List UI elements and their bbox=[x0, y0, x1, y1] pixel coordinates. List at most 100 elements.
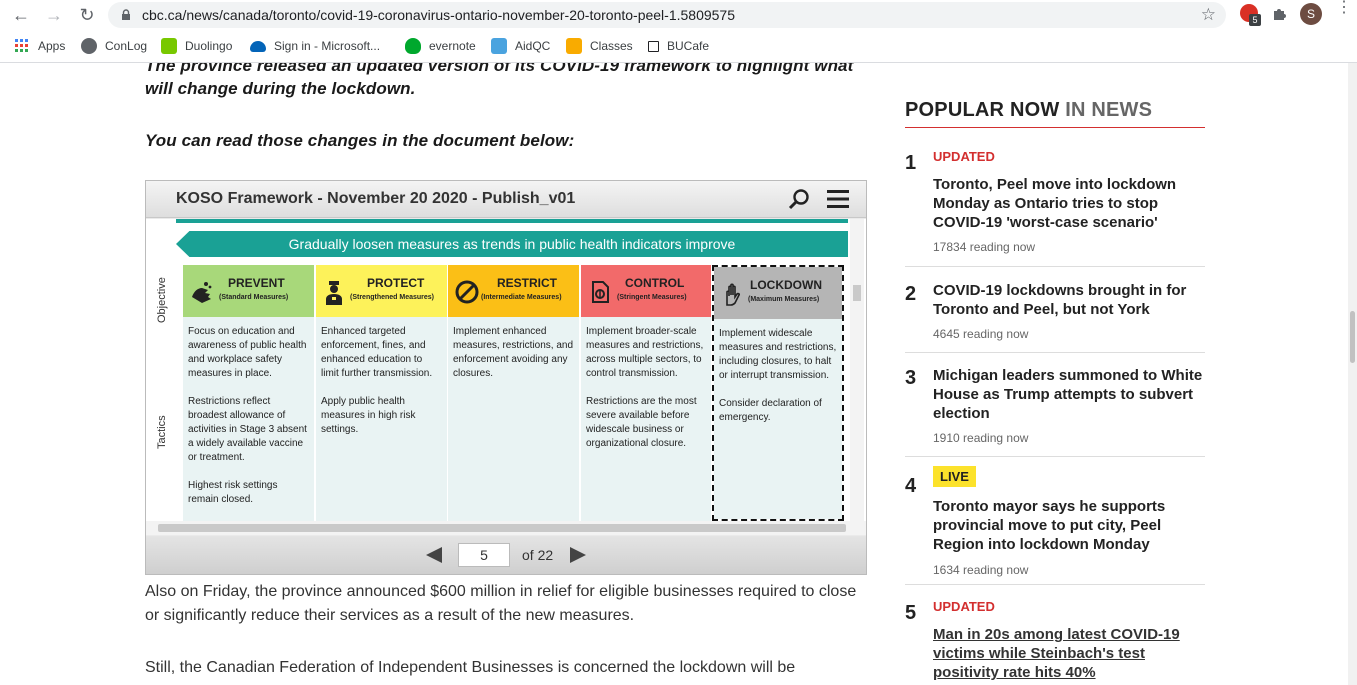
article-paragraph-cfib: Still, the Canadian Federation of Indepe… bbox=[145, 659, 796, 676]
popular-headline[interactable]: COVID-19 lockdowns brought in for Toront… bbox=[933, 281, 1203, 319]
stage-subtitle: (Stringent Measures) bbox=[617, 294, 687, 301]
reading-count: 4645 reading now bbox=[933, 327, 1029, 341]
page-content: The province released an updated version… bbox=[0, 63, 1357, 685]
popular-item-4[interactable]: 4 LIVE Toronto mayor says he supports pr… bbox=[905, 457, 1205, 585]
bookmark-conlog[interactable]: ConLog bbox=[81, 37, 147, 55]
stage-subtitle: (Intermediate Measures) bbox=[481, 294, 562, 301]
bookmark-microsoft[interactable]: Sign in - Microsoft... bbox=[250, 37, 380, 55]
stage-protect-tactics: Enhanced targeted enforcement, fines, an… bbox=[316, 317, 447, 521]
popular-item-3[interactable]: 3 Michigan leaders summoned to White Hou… bbox=[905, 353, 1205, 457]
onedrive-cloud-icon bbox=[250, 40, 266, 52]
square-icon bbox=[648, 40, 659, 52]
stage-lockdown-tactics: Implement widescale measures and restric… bbox=[714, 319, 842, 519]
viewer-title: KOSO Framework - November 20 2020 - Publ… bbox=[176, 190, 576, 207]
stage-prevent-tactics: Focus on education and awareness of publ… bbox=[183, 317, 314, 521]
browser-toolbar: ← → ↻ cbc.ca/news/canada/toronto/covid-1… bbox=[0, 0, 1357, 30]
page-scroll-thumb[interactable] bbox=[1350, 311, 1355, 363]
stage-restrict-header: RESTRICT (Intermediate Measures) bbox=[448, 265, 579, 317]
next-page-arrow-icon[interactable] bbox=[570, 547, 586, 563]
stage-subtitle: (Standard Measures) bbox=[219, 294, 289, 301]
duolingo-icon bbox=[161, 38, 177, 54]
stage-restrict-tactics: Implement enhanced measures, restriction… bbox=[448, 317, 579, 521]
document-hscroll-thumb[interactable] bbox=[158, 524, 846, 532]
bookmark-duolingo[interactable]: Duolingo bbox=[161, 37, 232, 55]
previous-page-arrow-icon[interactable] bbox=[426, 547, 442, 563]
updated-flag: UPDATED bbox=[933, 599, 995, 614]
extension-badge: 5 bbox=[1249, 14, 1261, 26]
classroom-icon bbox=[566, 38, 582, 54]
document-scroll-thumb[interactable] bbox=[853, 285, 861, 301]
stage-title: LOCKDOWN bbox=[750, 278, 822, 292]
bookmark-classes[interactable]: Classes bbox=[566, 37, 633, 55]
article-lead-line1: The province released an updated version… bbox=[145, 63, 854, 75]
document-vertical-scrollbar[interactable] bbox=[850, 219, 864, 521]
stage-lockdown-header: LOCKDOWN (Maximum Measures) bbox=[714, 267, 842, 319]
bookmark-aidqc[interactable]: AidQC bbox=[491, 37, 550, 55]
evernote-icon bbox=[405, 38, 421, 54]
profile-avatar[interactable]: S bbox=[1300, 3, 1322, 25]
popular-headline[interactable]: Toronto, Peel move into lockdown Monday … bbox=[933, 175, 1203, 232]
banner-edge bbox=[176, 219, 848, 223]
document-horizontal-scrollbar[interactable] bbox=[146, 521, 866, 535]
stage-title: CONTROL bbox=[625, 276, 685, 290]
document-viewer[interactable]: KOSO Framework - November 20 2020 - Publ… bbox=[145, 180, 867, 575]
apps-grid-icon bbox=[15, 39, 28, 52]
popular-headline[interactable]: Michigan leaders summoned to White House… bbox=[933, 366, 1203, 423]
bookmarks-bar: Apps ConLog Duolingo Sign in - Microsoft… bbox=[0, 33, 1357, 59]
bookmark-apps[interactable]: Apps bbox=[14, 37, 65, 55]
popular-title: POPULAR NOW IN NEWS bbox=[905, 99, 1153, 121]
popular-item-5[interactable]: 5 UPDATED Man in 20s among latest COVID-… bbox=[905, 585, 1205, 685]
bookmark-evernote[interactable]: evernote bbox=[405, 37, 476, 55]
popular-headline[interactable]: Man in 20s among latest COVID-19 victims… bbox=[933, 625, 1203, 682]
no-entry-icon bbox=[455, 280, 479, 304]
reading-count: 1910 reading now bbox=[933, 431, 1029, 445]
stage-control: CONTROL (Stringent Measures) Implement b… bbox=[581, 265, 711, 521]
article-lead-line2: will change during the lockdown. bbox=[145, 79, 416, 98]
stage-subtitle: (Strengthened Measures) bbox=[350, 294, 435, 301]
stage-control-header: CONTROL (Stringent Measures) bbox=[581, 265, 711, 317]
popular-item-2[interactable]: 2 COVID-19 lockdowns brought in for Toro… bbox=[905, 267, 1205, 353]
viewer-header: KOSO Framework - November 20 2020 - Publ… bbox=[146, 181, 866, 218]
bookmark-star-icon[interactable]: ☆ bbox=[1201, 5, 1216, 25]
stage-protect-header: PROTECT (Strengthened Measures) bbox=[316, 265, 447, 317]
washing-hands-icon bbox=[192, 282, 212, 303]
popular-now-sidebar: POPULAR NOW IN NEWS 1 UPDATED Toronto, P… bbox=[905, 99, 1205, 681]
more-menu-icon[interactable]: ⋮ bbox=[1336, 0, 1352, 16]
tactics-label: Tactics bbox=[156, 415, 168, 449]
stage-title: RESTRICT bbox=[497, 276, 557, 290]
bookmark-bucafe[interactable]: BUCafe bbox=[648, 37, 709, 55]
popular-title-rule bbox=[905, 127, 1205, 128]
reading-count: 1634 reading now bbox=[933, 563, 1029, 577]
back-arrow-icon[interactable]: ← bbox=[10, 4, 32, 26]
officer-icon bbox=[326, 281, 342, 305]
address-bar[interactable]: cbc.ca/news/canada/toronto/covid-19-coro… bbox=[108, 2, 1226, 28]
updated-flag: UPDATED bbox=[933, 149, 995, 164]
reading-count: 17834 reading now bbox=[933, 240, 1036, 254]
stage-prevent-header: PREVENT (Standard Measures) bbox=[183, 265, 314, 317]
live-badge: LIVE bbox=[933, 466, 976, 487]
article-paragraph-relief: Also on Friday, the province announced $… bbox=[145, 583, 857, 624]
url-text: cbc.ca/news/canada/toronto/covid-19-coro… bbox=[142, 7, 736, 23]
popular-headline[interactable]: Toronto mayor says he supports provincia… bbox=[933, 497, 1203, 554]
page-number-input[interactable]: 5 bbox=[458, 543, 510, 567]
search-icon[interactable] bbox=[788, 188, 810, 210]
stage-title: PREVENT bbox=[228, 276, 285, 290]
document-page: Gradually loosen measures as trends in p… bbox=[146, 219, 866, 521]
popular-item-1[interactable]: 1 UPDATED Toronto, Peel move into lockdo… bbox=[905, 147, 1205, 267]
page-scrollbar[interactable] bbox=[1348, 63, 1357, 685]
forward-arrow-icon[interactable]: → bbox=[43, 4, 65, 26]
globe-icon bbox=[81, 38, 97, 54]
stage-protect: PROTECT (Strengthened Measures) Enhanced… bbox=[316, 265, 447, 521]
stop-hand-icon bbox=[726, 283, 741, 306]
extensions-puzzle-icon[interactable] bbox=[1272, 5, 1288, 21]
loosen-measures-banner: Gradually loosen measures as trends in p… bbox=[176, 231, 848, 257]
hamburger-menu-icon[interactable] bbox=[827, 190, 849, 208]
stage-control-tactics: Implement broader-scale measures and res… bbox=[581, 317, 711, 521]
stage-title: PROTECT bbox=[367, 276, 425, 290]
reload-icon[interactable]: ↻ bbox=[76, 4, 98, 26]
stage-lockdown: LOCKDOWN (Maximum Measures) Implement wi… bbox=[712, 265, 844, 521]
stage-restrict: RESTRICT (Intermediate Measures) Impleme… bbox=[448, 265, 579, 521]
article-read-changes: You can read those changes in the docume… bbox=[145, 131, 575, 150]
document-shield-icon bbox=[592, 281, 609, 303]
page-total: of 22 bbox=[522, 547, 554, 563]
